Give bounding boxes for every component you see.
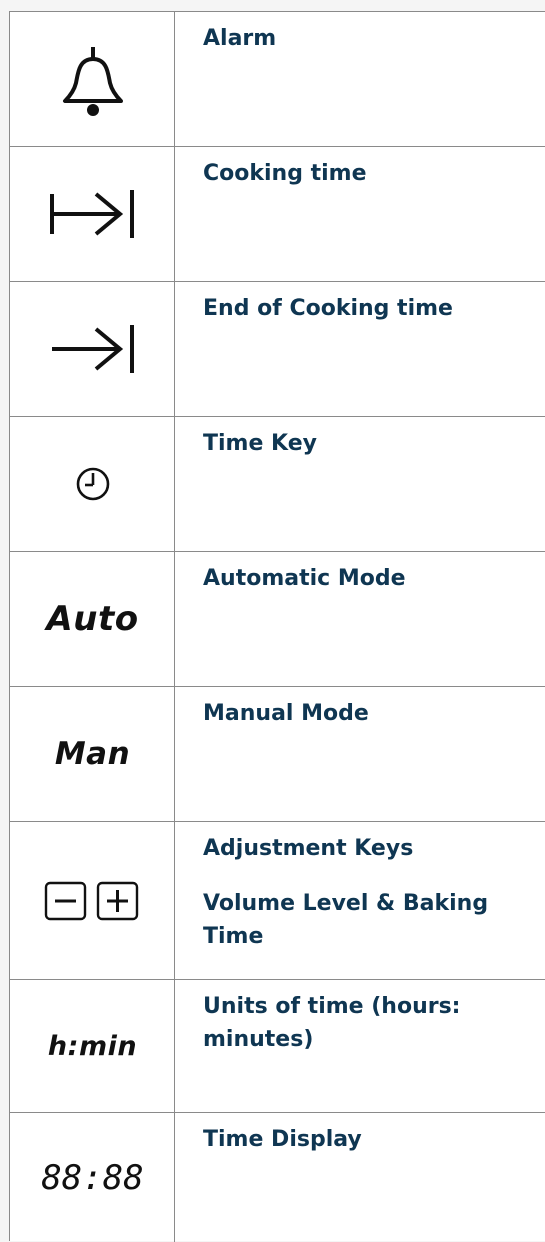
table-row-automatic-mode: Auto Automatic Mode [10, 552, 545, 687]
table-row-adjustment-keys: Adjustment Keys Volume Level & Baking Ti… [10, 822, 545, 980]
table-row-end-cooking-time: End of Cooking time [10, 282, 545, 417]
end-cooking-time-icon [10, 282, 175, 416]
icon-cell: Auto [10, 552, 175, 686]
icon-cell: Man [10, 687, 175, 821]
row-label: Time Key [203, 431, 317, 456]
row-label: Adjustment Keys Volume Level & Baking Ti… [203, 832, 545, 953]
cooking-time-icon [10, 147, 175, 281]
bell-icon [10, 12, 175, 146]
icon-cell [10, 147, 175, 281]
row-label: Cooking time [203, 161, 367, 186]
symbols-table: Alarm Cooking time End of Cooking time T… [9, 11, 545, 1242]
table-row-time-display: 88:88 Time Display [10, 1113, 545, 1242]
icon-cell: 88:88 [10, 1113, 175, 1242]
icon-cell [10, 12, 175, 146]
table-row-manual-mode: Man Manual Mode [10, 687, 545, 822]
row-label-secondary: Volume Level & Baking Time [203, 891, 489, 949]
minus-plus-icon [10, 822, 175, 979]
icon-cell [10, 282, 175, 416]
row-label: End of Cooking time [203, 296, 453, 321]
icon-cell [10, 822, 175, 979]
row-label-primary: Adjustment Keys [203, 836, 414, 861]
row-label: Time Display [203, 1127, 362, 1152]
table-row-cooking-time: Cooking time [10, 147, 545, 282]
hmin-text-icon: h:min [47, 1030, 138, 1062]
auto-text-icon: Auto [46, 599, 139, 639]
clock-icon [10, 417, 175, 551]
row-label: Units of time (hours: minutes) [203, 994, 461, 1052]
man-text-icon: Man [54, 736, 131, 772]
table-row-alarm: Alarm [10, 12, 545, 147]
table-row-units-of-time: h:min Units of time (hours: minutes) [10, 980, 545, 1113]
row-label: Automatic Mode [203, 566, 406, 591]
table-row-time-key: Time Key [10, 417, 545, 552]
icon-cell [10, 417, 175, 551]
row-label: Alarm [203, 26, 277, 51]
digital-display-icon: 88:88 [41, 1157, 144, 1198]
icon-cell: h:min [10, 980, 175, 1112]
row-label: Manual Mode [203, 701, 369, 726]
